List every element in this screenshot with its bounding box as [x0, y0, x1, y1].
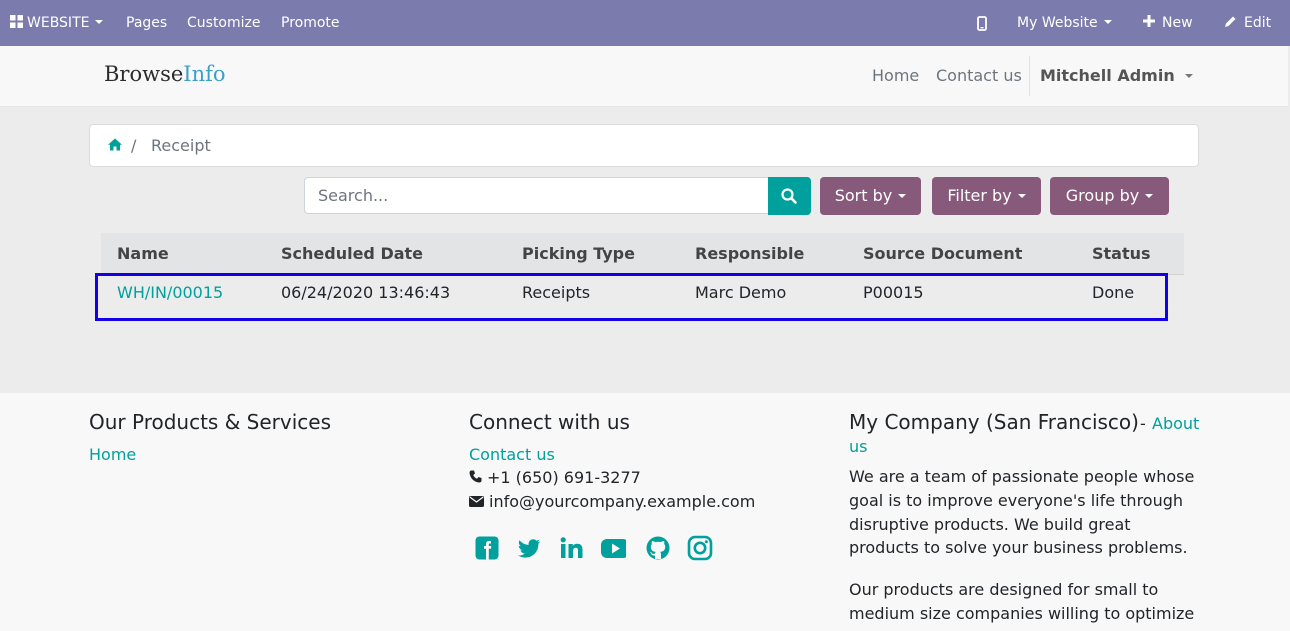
- footer-contact-link[interactable]: Contact us: [469, 445, 555, 464]
- footer-phone: +1 (650) 691-3277: [469, 468, 641, 487]
- footer-phone-text: +1 (650) 691-3277: [487, 468, 641, 487]
- edit-button-label: Edit: [1244, 15, 1272, 31]
- home-icon[interactable]: [108, 138, 122, 151]
- footer-products-title: Our Products & Services: [89, 410, 332, 434]
- chevron-down-icon: [1145, 193, 1154, 198]
- github-icon[interactable]: [645, 535, 671, 561]
- site-logo[interactable]: BrowseInfo: [104, 62, 226, 86]
- search-input[interactable]: [304, 177, 768, 214]
- filter-by-button[interactable]: Filter by: [932, 177, 1041, 215]
- row-highlight-box: [95, 273, 1168, 321]
- description-line: products to solve your business problems…: [849, 538, 1188, 558]
- website-switcher-label: My Website: [1017, 15, 1098, 31]
- chevron-down-icon: [1184, 73, 1193, 78]
- column-header-responsible: Responsible: [695, 244, 805, 263]
- nav-divider: [1029, 56, 1030, 96]
- description-line: disruptive products. We build great: [849, 514, 1131, 534]
- column-header-scheduled-date: Scheduled Date: [281, 244, 424, 263]
- footer-connect-title: Connect with us: [469, 410, 630, 434]
- plus-icon: [1143, 15, 1155, 27]
- website-menu[interactable]: WEBSITE: [10, 0, 104, 46]
- column-header-status: Status: [1092, 244, 1151, 263]
- envelope-icon: [469, 495, 484, 507]
- search-button[interactable]: [768, 177, 811, 215]
- description-line: goal is to improve everyone's life throu…: [849, 490, 1184, 510]
- filter-by-label: Filter by: [947, 186, 1012, 205]
- customize-menu[interactable]: Customize: [187, 0, 261, 46]
- instagram-icon[interactable]: [687, 535, 713, 561]
- breadcrumb: / Receipt: [89, 124, 1199, 167]
- chevron-down-icon: [898, 193, 907, 198]
- chevron-down-icon: [95, 20, 104, 24]
- mobile-icon: [977, 16, 987, 31]
- group-by-button[interactable]: Group by: [1050, 177, 1169, 215]
- grid-icon: [10, 14, 23, 28]
- table-header: Name Scheduled Date Picking Type Respons…: [101, 233, 1184, 275]
- description-line: Our products are designed for small to: [849, 580, 1159, 599]
- pages-menu[interactable]: Pages: [126, 0, 167, 46]
- website-switcher[interactable]: My Website: [1017, 0, 1112, 46]
- youtube-icon[interactable]: [600, 535, 626, 561]
- logo-text-info: Info: [183, 62, 226, 86]
- column-header-source-document: Source Document: [863, 244, 1023, 263]
- breadcrumb-separator: /: [131, 136, 137, 155]
- logo-text-browse: Browse: [104, 62, 184, 86]
- footer-email-text: info@yourcompany.example.com: [489, 492, 756, 511]
- footer-home-link[interactable]: Home: [89, 445, 136, 464]
- site-header: BrowseInfo Home Contact us Mitchell Admi…: [0, 46, 1288, 107]
- footer-title-dash: -: [1140, 414, 1146, 433]
- footer-about-link-continued[interactable]: us: [849, 437, 867, 456]
- linkedin-icon[interactable]: [559, 535, 585, 561]
- user-menu[interactable]: Mitchell Admin: [1040, 66, 1193, 85]
- description-line: We are a team of passionate people whose: [849, 467, 1195, 486]
- facebook-icon[interactable]: [474, 535, 500, 561]
- group-by-label: Group by: [1065, 186, 1140, 205]
- pencil-icon: [1225, 16, 1236, 27]
- sort-by-label: Sort by: [834, 186, 893, 205]
- edit-button[interactable]: Edit: [1224, 0, 1271, 46]
- website-menu-label: WEBSITE: [27, 15, 90, 31]
- promote-menu[interactable]: Promote: [281, 0, 340, 46]
- new-button-label: New: [1162, 15, 1193, 31]
- column-header-picking-type: Picking Type: [522, 244, 635, 263]
- new-button[interactable]: New: [1143, 0, 1193, 46]
- chevron-down-icon: [1017, 193, 1026, 198]
- description-line: medium size companies willing to optimiz…: [849, 603, 1195, 623]
- footer-email: info@yourcompany.example.com: [469, 492, 755, 511]
- chevron-down-icon: [1103, 20, 1112, 24]
- footer-company-description: We are a team of passionate people whose…: [849, 465, 1209, 560]
- footer-about-link[interactable]: About: [1152, 414, 1199, 433]
- sort-by-button[interactable]: Sort by: [820, 177, 921, 215]
- footer-company-title: My Company (San Francisco): [849, 410, 1139, 434]
- phone-icon: [469, 470, 482, 483]
- footer-company-description-2: Our products are designed for small to m…: [849, 578, 1209, 626]
- search-icon: [781, 188, 797, 204]
- nav-home[interactable]: Home: [872, 66, 919, 85]
- column-header-name: Name: [117, 244, 169, 263]
- breadcrumb-current: Receipt: [151, 136, 211, 155]
- twitter-icon[interactable]: [516, 535, 542, 561]
- user-name: Mitchell Admin: [1040, 66, 1175, 85]
- admin-bar: WEBSITE Pages Customize Promote My Websi…: [0, 0, 1290, 46]
- nav-contact-us[interactable]: Contact us: [936, 66, 1022, 85]
